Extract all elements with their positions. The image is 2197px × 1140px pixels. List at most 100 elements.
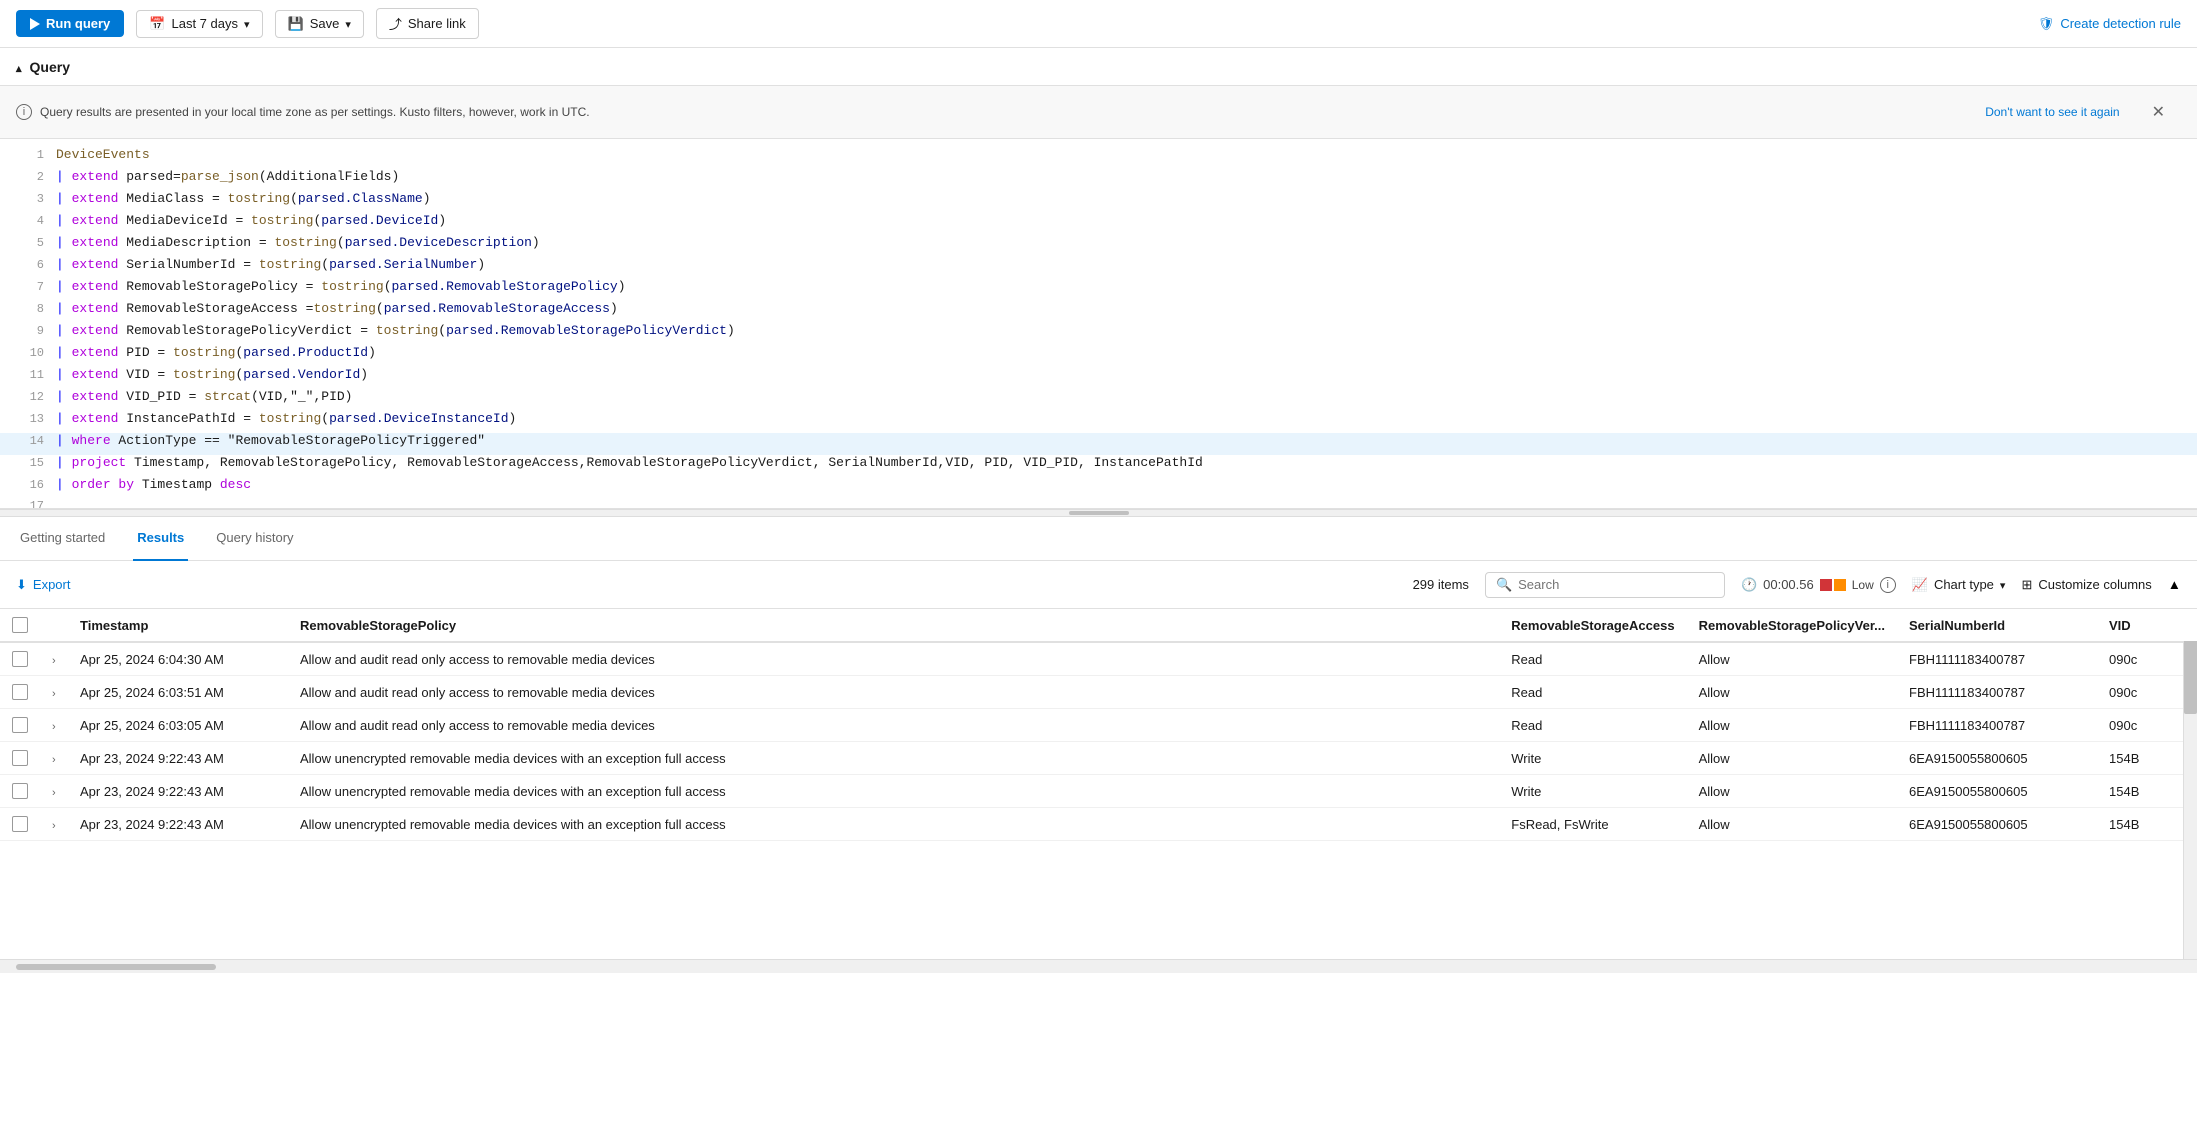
row-timestamp: Apr 25, 2024 6:04:30 AM (68, 642, 288, 676)
row-access: Read (1499, 676, 1686, 709)
row-checkbox[interactable] (12, 783, 28, 799)
last-days-button[interactable]: 📅 Last 7 days (136, 10, 262, 38)
row-checkbox-cell (0, 808, 40, 841)
search-box[interactable]: 🔍 (1485, 572, 1725, 598)
line-number: 17 (8, 499, 44, 509)
code-editor[interactable]: 1DeviceEvents2| extend parsed=parse_json… (0, 139, 2197, 509)
calendar-icon: 📅 (149, 16, 165, 32)
code-line-3: 3| extend MediaClass = tostring(parsed.C… (0, 191, 2197, 213)
row-expand-button[interactable]: › (52, 787, 56, 799)
row-checkbox-cell (0, 709, 40, 742)
line-number: 10 (8, 346, 44, 360)
dont-show-button[interactable]: Don't want to see it again (1985, 105, 2119, 119)
export-button[interactable]: ⬇ Export (16, 577, 70, 593)
code-line-4: 4| extend MediaDeviceId = tostring(parse… (0, 213, 2197, 235)
row-verdict: Allow (1687, 742, 1897, 775)
clock-icon: 🕐 (1741, 577, 1757, 593)
table-scrollbar[interactable] (2183, 609, 2197, 959)
col-header-expand (40, 609, 68, 642)
info-text: Query results are presented in your loca… (40, 105, 590, 119)
row-expand-cell: › (40, 676, 68, 709)
row-checkbox-cell (0, 642, 40, 676)
row-policy: Allow and audit read only access to remo… (288, 642, 1499, 676)
results-table-body: › Apr 25, 2024 6:04:30 AM Allow and audi… (0, 642, 2197, 841)
row-verdict: Allow (1687, 642, 1897, 676)
line-number: 3 (8, 192, 44, 206)
col-header-verdict: RemovableStoragePolicyVer... (1687, 609, 1897, 642)
results-scroll-up-button[interactable]: ▲ (2168, 577, 2181, 592)
line-content: | project Timestamp, RemovableStoragePol… (56, 455, 1203, 470)
code-line-6: 6 | extend SerialNumberId = tostring(pars… (0, 257, 2197, 279)
save-chevron-icon (345, 16, 351, 31)
results-table-wrapper[interactable]: Timestamp RemovableStoragePolicy Removab… (0, 609, 2197, 959)
save-label: Save (310, 16, 340, 31)
line-content: DeviceEvents (56, 147, 150, 162)
row-expand-cell: › (40, 642, 68, 676)
row-checkbox[interactable] (12, 684, 28, 700)
code-line-5: 5| extend MediaDescription = tostring(pa… (0, 235, 2197, 257)
tab-query-history[interactable]: Query history (212, 517, 297, 561)
row-policy: Allow unencrypted removable media device… (288, 775, 1499, 808)
row-vid: 154B (2097, 742, 2197, 775)
timing-value: 00:00.56 (1763, 577, 1814, 592)
row-expand-button[interactable]: › (52, 754, 56, 766)
row-checkbox[interactable] (12, 816, 28, 832)
code-line-16: 16 | order by Timestamp desc (0, 477, 2197, 499)
query-title: Query (30, 59, 70, 75)
line-content: | extend RemovableStoragePolicy = tostri… (56, 279, 626, 294)
run-query-button[interactable]: Run query (16, 10, 124, 37)
col-header-access: RemovableStorageAccess (1499, 609, 1686, 642)
save-button[interactable]: 💾 Save (275, 10, 364, 38)
query-collapse-icon[interactable] (16, 59, 22, 75)
tab-results[interactable]: Results (133, 517, 188, 561)
col-header-serial: SerialNumberId (1897, 609, 2097, 642)
row-expand-button[interactable]: › (52, 820, 56, 832)
horizontal-scrollbar[interactable] (0, 959, 2197, 973)
line-number: 6 (8, 258, 44, 272)
table-row: › Apr 25, 2024 6:04:30 AM Allow and audi… (0, 642, 2197, 676)
customize-columns-button[interactable]: ⊞ Customize columns (2021, 577, 2151, 593)
create-detection-rule-button[interactable]: 🛡 Create detection rule (2038, 16, 2181, 32)
row-checkbox[interactable] (12, 750, 28, 766)
share-link-button[interactable]: ⤴ Share link (376, 8, 479, 39)
row-expand-button[interactable]: › (52, 655, 56, 667)
chart-type-button[interactable]: 📈 Chart type (1912, 577, 2006, 593)
row-checkbox[interactable] (12, 717, 28, 733)
row-policy: Allow and audit read only access to remo… (288, 676, 1499, 709)
line-number: 8 (8, 302, 44, 316)
row-access: Write (1499, 742, 1686, 775)
row-vid: 154B (2097, 808, 2197, 841)
line-content: | extend RemovableStoragePolicyVerdict =… (56, 323, 735, 338)
col-header-vid: VID (2097, 609, 2197, 642)
row-expand-button[interactable]: › (52, 688, 56, 700)
row-checkbox[interactable] (12, 651, 28, 667)
last-days-label: Last 7 days (171, 16, 238, 31)
line-content: | extend SerialNumberId = tostring(parse… (56, 257, 485, 272)
share-icon: ⤴ (389, 14, 402, 33)
tab-getting-started[interactable]: Getting started (16, 517, 109, 561)
row-policy: Allow and audit read only access to remo… (288, 709, 1499, 742)
line-number: 5 (8, 236, 44, 250)
table-row: › Apr 23, 2024 9:22:43 AM Allow unencryp… (0, 742, 2197, 775)
timing-square-red (1820, 579, 1832, 591)
chart-type-chevron-icon (2000, 577, 2006, 592)
chart-type-label: Chart type (1934, 577, 1994, 592)
row-expand-button[interactable]: › (52, 721, 56, 733)
search-input[interactable] (1518, 577, 1714, 592)
line-content: | where ActionType == "RemovableStorageP… (56, 433, 485, 448)
line-content: | order by Timestamp desc (56, 477, 251, 492)
line-content: | extend parsed=parse_json(AdditionalFie… (56, 169, 399, 184)
row-checkbox-cell (0, 676, 40, 709)
row-policy: Allow unencrypted removable media device… (288, 808, 1499, 841)
row-vid: 090c (2097, 642, 2197, 676)
row-access: Read (1499, 709, 1686, 742)
col-header-timestamp: Timestamp (68, 609, 288, 642)
shield-icon: 🛡 (2038, 16, 2055, 32)
close-info-bar-button[interactable]: ✕ (2136, 94, 2181, 130)
row-serial: FBH1111183400787 (1897, 642, 2097, 676)
line-number: 16 (8, 478, 44, 492)
timing-square-orange (1834, 579, 1846, 591)
select-all-checkbox[interactable] (12, 617, 28, 633)
items-count: 299 items (1413, 577, 1469, 592)
line-content: | extend MediaDeviceId = tostring(parsed… (56, 213, 446, 228)
